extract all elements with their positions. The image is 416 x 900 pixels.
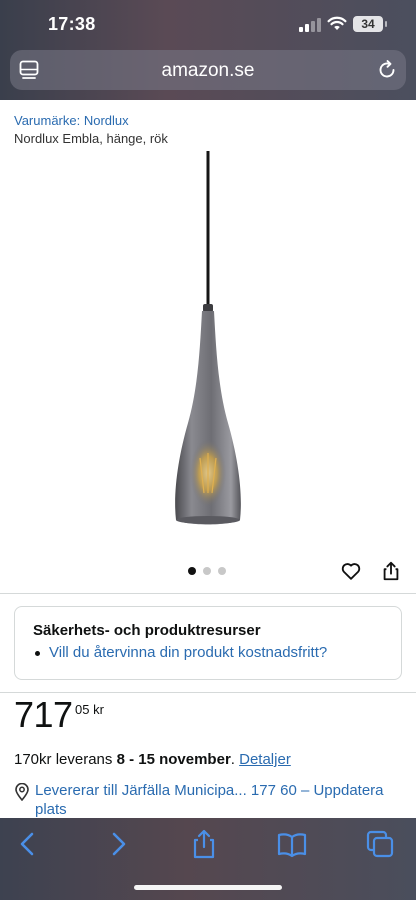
delivery-details-link[interactable]: Detaljer — [239, 751, 291, 768]
battery-icon: 34 — [353, 16, 387, 32]
divider — [0, 692, 416, 693]
url-text[interactable]: amazon.se — [10, 60, 406, 82]
location-pin-icon — [15, 783, 29, 801]
forward-icon[interactable] — [102, 828, 134, 860]
recycle-link[interactable]: Vill du återvinna din produkt kostnadsfr… — [49, 644, 327, 661]
status-time: 17:38 — [48, 14, 96, 34]
bookmarks-icon[interactable] — [276, 828, 308, 860]
pagination-dot[interactable] — [203, 567, 211, 575]
safety-title: Säkerhets- och produktresurser — [33, 622, 261, 639]
signal-icon — [299, 18, 321, 32]
reload-icon[interactable] — [376, 59, 398, 81]
divider — [0, 593, 416, 594]
status-bar: 17:38 34 — [0, 0, 416, 46]
safety-resources-card: Säkerhets- och produktresurser Vill du å… — [14, 606, 402, 680]
browser-chrome: 17:38 34 amazon.se — [0, 0, 416, 100]
price-fraction: 05 kr — [75, 702, 104, 717]
delivery-prefix: 170kr leverans — [14, 751, 117, 768]
tabs-icon[interactable] — [364, 828, 396, 860]
delivery-info: 170kr leverans 8 - 15 november. Detaljer — [14, 751, 291, 768]
brand-link[interactable]: Varumärke: Nordlux — [14, 113, 129, 128]
pagination-dot[interactable] — [218, 567, 226, 575]
share-icon[interactable] — [188, 828, 220, 860]
location-link[interactable]: Levererar till Järfälla Municipa... 177 … — [35, 781, 407, 819]
pagination-dot[interactable] — [188, 567, 196, 575]
bullet — [35, 651, 40, 656]
url-bar[interactable]: amazon.se — [10, 50, 406, 90]
home-indicator[interactable] — [134, 885, 282, 890]
product-title: Nordlux Embla, hänge, rök — [14, 131, 168, 146]
heart-icon[interactable] — [340, 560, 362, 582]
share-icon[interactable] — [380, 560, 402, 582]
wifi-icon — [327, 16, 347, 30]
pendant-lamp-image[interactable] — [128, 148, 288, 538]
back-icon[interactable] — [12, 828, 44, 860]
delivery-suffix: . — [230, 751, 240, 768]
delivery-dates: 8 - 15 november — [116, 751, 231, 768]
price-whole: 717 — [14, 694, 73, 735]
